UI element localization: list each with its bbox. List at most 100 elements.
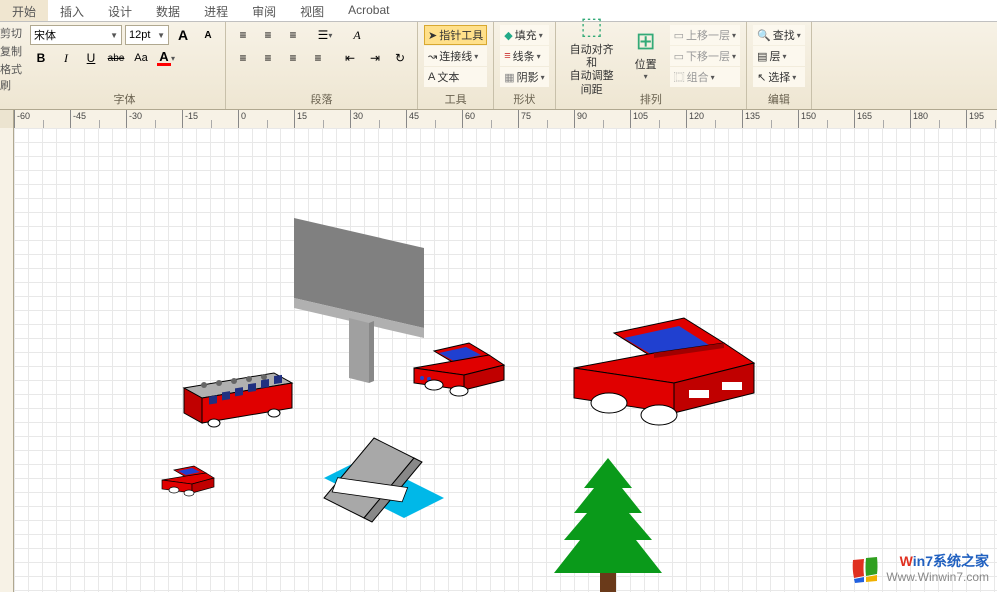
auto-align-label: 自动对齐和 自动调整间距	[565, 44, 619, 97]
shape-car-small[interactable]	[154, 458, 224, 503]
send-backward-button[interactable]: ▭ 下移一层 ▾	[670, 46, 740, 66]
fill-label: 填充	[515, 27, 537, 43]
shrink-font-button[interactable]: A	[197, 25, 219, 45]
dropdown-icon: ▾	[732, 52, 736, 61]
align-center-button[interactable]: ≡	[257, 48, 279, 68]
italic-button[interactable]: I	[55, 48, 77, 68]
tab-design[interactable]: 设计	[96, 0, 144, 21]
bullets-button[interactable]: ☰▾	[314, 25, 336, 45]
cut-button[interactable]: 剪切	[0, 24, 24, 42]
group-shapes-button[interactable]: ⿴ 组合 ▾	[670, 67, 740, 87]
work-area: Win7系统之家 Www.Winwin7.com	[0, 128, 997, 592]
align-right-button[interactable]: ≡	[282, 48, 304, 68]
paragraph-group: ≡ ≡ ≡ ☰▾ A ≡ ≡ ≡ ≡ ⇤ ⇥ ↻	[226, 22, 418, 109]
shapes-group: ◆ 填充 ▾ ≡ 线条 ▾ ▦ 阴影 ▾ 形状	[494, 22, 555, 109]
decrease-indent-button[interactable]: ⇤	[339, 48, 361, 68]
copy-button[interactable]: 复制	[0, 42, 24, 60]
tab-acrobat[interactable]: Acrobat	[336, 0, 401, 21]
format-painter-button[interactable]: 格式刷	[0, 60, 24, 94]
pointer-icon: ➤	[428, 29, 437, 42]
find-button[interactable]: 🔍 查找 ▾	[753, 25, 805, 45]
auto-align-button[interactable]: ⬚ 自动对齐和 自动调整间距	[562, 25, 622, 85]
tab-review[interactable]: 审阅	[240, 0, 288, 21]
change-case-button[interactable]: Aa	[130, 48, 152, 68]
fill-button[interactable]: ◆ 填充 ▾	[500, 25, 548, 45]
font-color-button[interactable]: A▾	[155, 48, 177, 68]
underline-button[interactable]: U	[80, 48, 102, 68]
shape-car-medium[interactable]	[404, 333, 514, 403]
shape-tree[interactable]	[544, 458, 674, 592]
line-icon: ≡	[504, 50, 510, 62]
edit-group-label: 编辑	[753, 90, 805, 109]
tab-insert[interactable]: 插入	[48, 0, 96, 21]
group-shapes-icon: ⿴	[674, 69, 685, 85]
align-top-button[interactable]: ≡	[232, 25, 254, 45]
dropdown-icon: ▾	[732, 31, 736, 40]
pointer-tool-button[interactable]: ➤ 指针工具	[424, 25, 487, 45]
tab-data[interactable]: 数据	[144, 0, 192, 21]
dropdown-icon: ▾	[539, 31, 543, 40]
dropdown-icon: ▾	[792, 73, 796, 82]
dropdown-icon: ▼	[157, 31, 165, 40]
layer-button[interactable]: ▤ 层 ▾	[753, 46, 805, 66]
bring-forward-icon: ▭	[674, 29, 684, 42]
align-left-button[interactable]: ≡	[232, 48, 254, 68]
ruler-tick: 15	[294, 110, 350, 128]
select-button[interactable]: ↖ 选择 ▾	[753, 67, 805, 87]
justify-button[interactable]: ≡	[307, 48, 329, 68]
line-button[interactable]: ≡ 线条 ▾	[500, 46, 548, 66]
shadow-button[interactable]: ▦ 阴影 ▾	[500, 67, 548, 87]
dropdown-icon: ▾	[782, 52, 786, 61]
send-backward-label: 下移一层	[686, 48, 730, 64]
ruler-vertical[interactable]	[0, 128, 14, 592]
strikethrough-button[interactable]: abe	[105, 48, 127, 68]
shadow-icon: ▦	[504, 71, 514, 84]
ruler-tick: 0	[238, 110, 294, 128]
connector-tool-button[interactable]: ↝ 连接线 ▾	[424, 46, 487, 66]
text-tool-button[interactable]: A 文本	[424, 67, 487, 87]
align-bottom-button[interactable]: ≡	[282, 25, 304, 45]
ruler-tick: -30	[126, 110, 182, 128]
dropdown-icon: ▾	[797, 31, 801, 40]
dropdown-icon: ▾	[644, 72, 648, 82]
text-icon: A	[428, 71, 435, 83]
menu-tabs: 开始 插入 设计 数据 进程 审阅 视图 Acrobat	[0, 0, 997, 22]
ruler-tick: -60	[14, 110, 70, 128]
tab-view[interactable]: 视图	[288, 0, 336, 21]
bring-forward-button[interactable]: ▭ 上移一层 ▾	[670, 25, 740, 45]
dropdown-icon: ▼	[110, 31, 118, 40]
shape-bus[interactable]	[174, 368, 304, 438]
shape-crossing[interactable]	[304, 428, 474, 538]
watermark-logo-icon	[850, 554, 880, 584]
layer-label: 层	[769, 48, 780, 64]
line-label: 线条	[513, 48, 535, 64]
increase-indent-button[interactable]: ⇥	[364, 48, 386, 68]
clear-format-button[interactable]: A	[346, 25, 368, 45]
ruler-tick: 30	[350, 110, 406, 128]
shape-car-large[interactable]	[554, 298, 774, 438]
ruler-tick: 180	[910, 110, 966, 128]
dropdown-icon: ▾	[711, 73, 715, 82]
font-size-select[interactable]: 12pt ▼	[125, 25, 169, 45]
ruler-h-track[interactable]: -60-45-30-150153045607590105120135150165…	[14, 110, 997, 128]
dropdown-icon: ▾	[537, 52, 541, 61]
ruler-tick: -45	[70, 110, 126, 128]
ruler-tick: 90	[574, 110, 630, 128]
tools-group: ➤ 指针工具 ↝ 连接线 ▾ A 文本 工具	[418, 22, 494, 109]
align-middle-button[interactable]: ≡	[257, 25, 279, 45]
position-button[interactable]: ⊞ 位置 ▾	[626, 25, 666, 85]
bold-button[interactable]: B	[30, 48, 52, 68]
tab-process[interactable]: 进程	[192, 0, 240, 21]
select-icon: ↖	[757, 71, 766, 84]
tab-start[interactable]: 开始	[0, 0, 48, 21]
drawing-canvas[interactable]: Win7系统之家 Www.Winwin7.com	[14, 128, 997, 592]
rotate-text-button[interactable]: ↻	[389, 48, 411, 68]
ruler-horizontal: -60-45-30-150153045607590105120135150165…	[0, 110, 997, 128]
font-family-select[interactable]: 宋体 ▼	[30, 25, 122, 45]
tools-group-label: 工具	[424, 90, 487, 109]
ruler-tick: 150	[798, 110, 854, 128]
connector-icon: ↝	[428, 50, 437, 63]
ruler-tick: 60	[462, 110, 518, 128]
grow-font-button[interactable]: A	[172, 25, 194, 45]
paragraph-group-label: 段落	[232, 90, 411, 109]
